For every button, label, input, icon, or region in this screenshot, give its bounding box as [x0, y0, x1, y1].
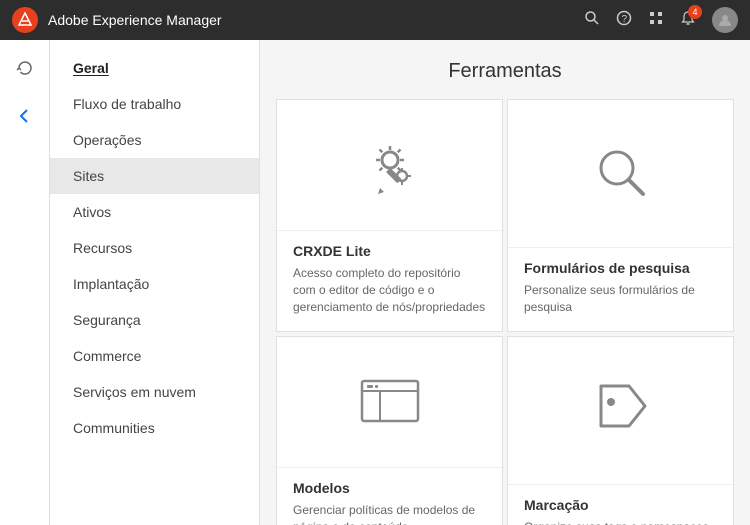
sidebar-item-sites[interactable]: Sites: [50, 158, 259, 194]
card-tagging-icon-area: [508, 337, 733, 484]
cards-grid: CRXDE Lite Acesso completo do repositóri…: [260, 99, 750, 525]
template-icon: [358, 377, 422, 437]
card-crxde-title: CRXDE Lite: [293, 243, 486, 259]
search-icon[interactable]: [584, 10, 600, 31]
rail-back-icon[interactable]: [9, 100, 41, 132]
tag-icon: [589, 378, 653, 454]
card-search-forms[interactable]: Formulários de pesquisa Personalize seus…: [507, 99, 734, 332]
card-tagging-body: Marcação Organize suas tags e namespaces: [508, 484, 733, 525]
sidebar-item-ativos[interactable]: Ativos: [50, 194, 259, 230]
search-icon-large: [589, 140, 653, 216]
card-crxde-icon-area: [277, 100, 502, 230]
card-crxde-body: CRXDE Lite Acesso completo do repositóri…: [277, 230, 502, 331]
svg-text:?: ?: [622, 14, 628, 25]
card-search-forms-title: Formulários de pesquisa: [524, 260, 717, 276]
rail-refresh-icon[interactable]: [9, 52, 41, 84]
sidebar-item-operacoes[interactable]: Operações: [50, 122, 259, 158]
card-templates-body: Modelos Gerenciar políticas de modelos d…: [277, 467, 502, 525]
notification-icon[interactable]: 4: [680, 10, 696, 31]
main-layout: Geral Fluxo de trabalho Operações Sites …: [0, 40, 750, 525]
sidebar-item-fluxo[interactable]: Fluxo de trabalho: [50, 86, 259, 122]
card-templates-desc: Gerenciar políticas de modelos de página…: [293, 502, 486, 525]
card-templates[interactable]: Modelos Gerenciar políticas de modelos d…: [276, 336, 503, 525]
card-search-forms-icon-area: [508, 100, 733, 247]
notification-badge: 4: [688, 5, 702, 19]
apps-icon[interactable]: [648, 10, 664, 31]
card-tagging-title: Marcação: [524, 497, 717, 513]
card-templates-icon-area: [277, 337, 502, 467]
card-search-forms-desc: Personalize seus formulários de pesquisa: [524, 282, 717, 316]
card-search-forms-body: Formulários de pesquisa Personalize seus…: [508, 247, 733, 332]
sidebar-item-geral[interactable]: Geral: [50, 50, 259, 86]
topbar-icons: ? 4: [584, 7, 738, 33]
sidebar-item-seguranca[interactable]: Segurança: [50, 302, 259, 338]
card-tagging-desc: Organize suas tags e namespaces: [524, 519, 717, 525]
sidebar-item-recursos[interactable]: Recursos: [50, 230, 259, 266]
main-content: Ferramentas: [260, 40, 750, 525]
sidebar: Geral Fluxo de trabalho Operações Sites …: [50, 40, 260, 525]
sidebar-item-implantacao[interactable]: Implantação: [50, 266, 259, 302]
card-crxde[interactable]: CRXDE Lite Acesso completo do repositóri…: [276, 99, 503, 332]
topbar: Adobe Experience Manager ?: [0, 0, 750, 40]
page-title: Ferramentas: [260, 40, 750, 99]
sidebar-item-nuvem[interactable]: Serviços em nuvem: [50, 374, 259, 410]
user-avatar[interactable]: [712, 7, 738, 33]
card-crxde-desc: Acesso completo do repositório com o edi…: [293, 265, 486, 315]
app-title: Adobe Experience Manager: [48, 12, 584, 28]
icon-rail: [0, 40, 50, 525]
sidebar-item-commerce[interactable]: Commerce: [50, 338, 259, 374]
sidebar-item-communities[interactable]: Communities: [50, 410, 259, 446]
app-logo[interactable]: [12, 7, 38, 33]
logo-letter: [17, 11, 33, 30]
card-templates-title: Modelos: [293, 480, 486, 496]
gear-icon: [358, 132, 422, 208]
help-icon[interactable]: ?: [616, 10, 632, 31]
card-tagging[interactable]: Marcação Organize suas tags e namespaces: [507, 336, 734, 525]
